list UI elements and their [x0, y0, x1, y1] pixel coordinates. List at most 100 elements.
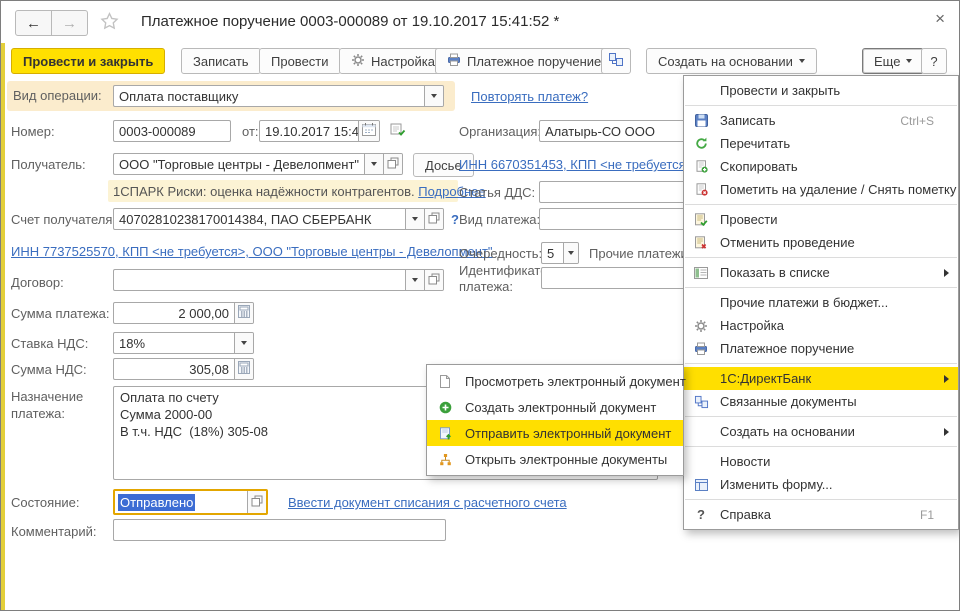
number-value: 0003-000089	[114, 121, 230, 141]
chevron-down-icon	[371, 162, 377, 166]
menu-item-help[interactable]: ? Справка F1	[684, 503, 958, 526]
menu-item-change-form[interactable]: Изменить форму...	[684, 473, 958, 496]
post-button[interactable]: Провести	[259, 48, 341, 74]
delete-document-icon	[693, 182, 709, 198]
related-documents-button[interactable]	[601, 48, 631, 74]
menu-item-label: Показать в списке	[720, 265, 830, 280]
menu-item-send-edocument[interactable]: Отправить электронный документ	[427, 420, 683, 446]
payee-select[interactable]: ООО "Торговые центры - Девелопмент"	[113, 153, 403, 175]
amount-label: Сумма платежа:	[11, 306, 109, 321]
menu-item-news[interactable]: Новости	[684, 450, 958, 473]
menu-item-create-based-on[interactable]: Создать на основании	[684, 420, 958, 443]
chevron-down-icon	[412, 278, 418, 282]
menu-item-reread[interactable]: Перечитать	[684, 132, 958, 155]
submenu-arrow-icon	[944, 375, 949, 383]
calculator-button[interactable]	[234, 303, 253, 323]
more-button[interactable]: Еще	[862, 48, 924, 74]
menu-item-label: Справка	[720, 507, 771, 522]
contract-select[interactable]	[113, 269, 444, 291]
calendar-icon	[362, 123, 376, 139]
date-field[interactable]: 19.10.2017 15:41:52	[259, 120, 380, 142]
enter-debit-document-link[interactable]: Ввести документ списания с расчетного сч…	[288, 495, 567, 510]
menu-item-show-in-list[interactable]: Показать в списке	[684, 261, 958, 284]
menu-item-post-and-close[interactable]: Провести и закрыть	[684, 79, 958, 102]
organization-inn-link[interactable]: ИНН 6670351453, КПП <не требуется>, О	[459, 157, 683, 172]
menu-item-other-budget-payments[interactable]: Прочие платежи в бюджет...	[684, 291, 958, 314]
organization-value: Алатырь-СО ООО	[540, 121, 698, 141]
payment-id-label: Идентификатор платежа:	[459, 263, 539, 296]
menu-item-label: Создать электронный документ	[465, 400, 656, 415]
menu-item-related-documents[interactable]: Связанные документы	[684, 390, 958, 413]
repeat-payment-link[interactable]: Повторять платеж?	[471, 89, 588, 104]
open-link-button[interactable]	[424, 209, 443, 229]
save-button[interactable]: Записать	[181, 48, 261, 74]
state-value-wrap: Отправлено	[115, 491, 247, 513]
spark-risks-band: 1СПАРК Риски: оценка надёжности контраге…	[108, 180, 458, 202]
dropdown-button[interactable]	[405, 270, 424, 290]
menu-item-save[interactable]: Записать Ctrl+S	[684, 109, 958, 132]
comment-label: Комментарий:	[11, 524, 97, 539]
post-and-close-button[interactable]: Провести и закрыть	[11, 48, 165, 74]
dropdown-button[interactable]	[405, 209, 424, 229]
help-button[interactable]: ?	[921, 48, 947, 74]
menu-item-create-edocument[interactable]: Создать электронный документ	[427, 394, 683, 420]
payment-id-field[interactable]	[541, 267, 699, 289]
menu-item-view-edocument[interactable]: Просмотреть электронный документ	[427, 368, 683, 394]
vat-amount-field[interactable]: 305,08	[113, 358, 254, 380]
comment-field[interactable]	[113, 519, 446, 541]
settings-button[interactable]: Настройка	[339, 48, 447, 74]
payment-order-print-button[interactable]: Платежное поручение	[435, 48, 613, 74]
menu-item-mark-deletion[interactable]: Пометить на удаление / Снять пометку	[684, 178, 958, 201]
menu-item-unpost[interactable]: Отменить проведение	[684, 231, 958, 254]
priority-value: 5	[542, 243, 563, 263]
payment-kind-field[interactable]	[539, 208, 699, 230]
menu-item-payment-order-print[interactable]: Платежное поручение	[684, 337, 958, 360]
forward-button[interactable]: →	[52, 10, 88, 36]
open-link-button[interactable]	[383, 154, 402, 174]
state-field[interactable]: Отправлено	[113, 489, 268, 515]
forward-icon: →	[62, 15, 77, 32]
create-based-on-button[interactable]: Создать на основании	[646, 48, 817, 74]
menu-item-label: Пометить на удаление / Снять пометку	[720, 182, 956, 197]
organization-field[interactable]: Алатырь-СО ООО	[539, 120, 699, 142]
calculator-button[interactable]	[234, 359, 253, 379]
account-select[interactable]: 40702810238170014384, ПАО СБЕРБАНК	[113, 208, 444, 230]
menu-item-post[interactable]: Провести	[684, 208, 958, 231]
amount-field[interactable]: 2 000,00	[113, 302, 254, 324]
printer-icon	[447, 53, 461, 69]
gear-icon	[351, 53, 365, 70]
favorite-star-icon[interactable]	[99, 11, 120, 35]
state-label: Состояние:	[11, 495, 79, 510]
menu-separator	[685, 204, 957, 205]
calendar-button[interactable]	[358, 121, 379, 141]
dossier-label: Досье	[425, 158, 462, 173]
menu-item-directbank[interactable]: 1С:ДиректБанк	[684, 367, 958, 390]
menu-item-label: Записать	[720, 113, 776, 128]
menu-item-settings[interactable]: Настройка	[684, 314, 958, 337]
account-help-icon[interactable]: ?	[451, 212, 459, 227]
close-icon[interactable]: ×	[935, 9, 945, 29]
post-label: Провести	[271, 54, 329, 69]
payee-inn-link[interactable]: ИНН 7737525570, КПП <не требуется>, ООО …	[11, 244, 493, 259]
menu-item-open-edocuments[interactable]: Открыть электронные документы	[427, 446, 683, 472]
dropdown-button[interactable]	[234, 333, 253, 353]
dds-field[interactable]	[539, 181, 699, 203]
hierarchy-icon	[437, 451, 453, 467]
vat-rate-select[interactable]: 18%	[113, 332, 254, 354]
menu-separator	[685, 499, 957, 500]
vat-amount-label: Сумма НДС:	[11, 362, 87, 377]
chevron-down-icon	[906, 59, 912, 63]
back-button[interactable]: ←	[15, 10, 52, 36]
priority-select[interactable]: 5	[541, 242, 579, 264]
number-field[interactable]: 0003-000089	[113, 120, 231, 142]
menu-item-copy[interactable]: Скопировать	[684, 155, 958, 178]
open-link-button[interactable]	[424, 270, 443, 290]
open-link-button[interactable]	[247, 491, 266, 513]
dropdown-button[interactable]	[563, 243, 578, 263]
enter-based-on-icon[interactable]	[390, 122, 406, 140]
purpose-label: Назначение платежа:	[11, 389, 97, 423]
operation-select[interactable]: Оплата поставщику	[113, 85, 444, 107]
title-bar: ← → Платежное поручение 0003-000089 от 1…	[1, 1, 959, 43]
dropdown-button[interactable]	[424, 86, 443, 106]
dropdown-button[interactable]	[364, 154, 383, 174]
